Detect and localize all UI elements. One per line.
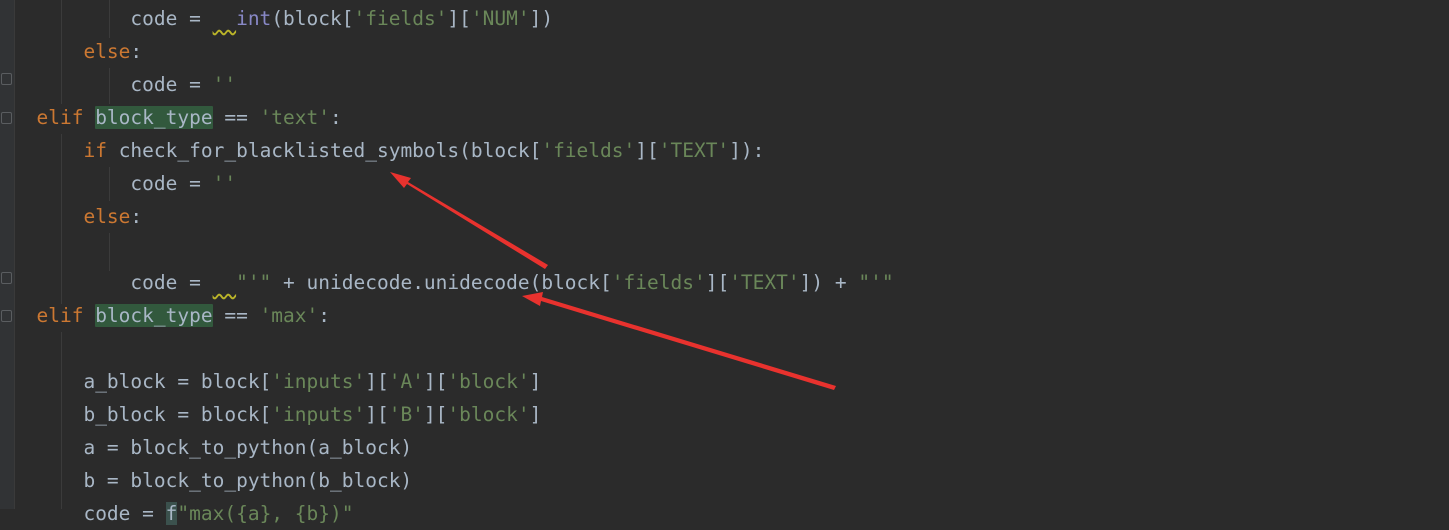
code-token: ][ xyxy=(635,139,659,162)
red-arrow-1 xyxy=(390,172,548,269)
code-token: ][ xyxy=(705,271,730,294)
code-line[interactable]: code = "'" + unidecode.unidecode(block['… xyxy=(13,266,894,299)
code-token: : xyxy=(318,304,331,327)
code-line[interactable]: b = block_to_python(b_block) xyxy=(13,464,412,497)
code-token: ]) xyxy=(529,7,554,30)
code-token: : xyxy=(330,106,342,129)
code-token: code = xyxy=(83,502,166,525)
code-token: '' xyxy=(212,172,237,195)
code-token: "'" xyxy=(236,271,272,294)
code-token: + unidecode.unidecode(block[ xyxy=(271,271,612,294)
code-line[interactable]: a_block = block['inputs']['A']['block'] xyxy=(13,365,541,398)
code-token: elif xyxy=(36,304,96,327)
code-token: a_block = block[ xyxy=(83,370,272,393)
code-token: "max({a}, {b})" xyxy=(177,502,354,525)
code-token: code = xyxy=(130,73,213,96)
code-token: check_for_blacklisted_symbols(block[ xyxy=(118,139,542,162)
code-token: ][ xyxy=(423,370,448,393)
code-token: ][ xyxy=(365,403,389,426)
code-token: ][ xyxy=(365,370,389,393)
code-token: ][ xyxy=(423,403,448,426)
code-token: 'A' xyxy=(388,370,424,393)
code-token: 'text' xyxy=(259,106,331,129)
code-line[interactable]: b_block = block['inputs']['B']['block'] xyxy=(13,398,541,431)
code-token: int xyxy=(236,7,272,30)
code-token: 'TEXT' xyxy=(729,271,800,294)
code-token: == xyxy=(212,106,260,129)
code-token: 'fields' xyxy=(353,7,448,30)
fold-marker-icon[interactable] xyxy=(1,272,12,284)
code-token: 'inputs' xyxy=(271,370,366,393)
code-token: code = xyxy=(130,271,213,294)
code-token: b_block = block[ xyxy=(83,403,272,426)
code-line[interactable]: code = '' xyxy=(13,68,236,101)
code-line[interactable]: code = f"max({a}, {b})" xyxy=(13,497,354,530)
code-token: block_type xyxy=(95,304,213,327)
code-token: 'TEXT' xyxy=(658,139,730,162)
code-line[interactable]: else: xyxy=(13,200,142,233)
code-line[interactable]: if check_for_blacklisted_symbols(block['… xyxy=(13,134,764,167)
code-line[interactable]: a = block_to_python(a_block) xyxy=(13,431,412,464)
code-token: elif xyxy=(36,106,96,129)
code-line[interactable]: code = '' xyxy=(13,167,236,200)
code-token: 'B' xyxy=(388,403,424,426)
code-token: '' xyxy=(212,73,237,96)
code-line[interactable]: else: xyxy=(13,35,142,68)
code-token: else xyxy=(83,40,131,63)
code-editor[interactable]: code = int(block['fields']['NUM']) else:… xyxy=(0,0,1449,525)
code-token: b = block_to_python(b_block) xyxy=(83,469,413,492)
fold-marker-icon[interactable] xyxy=(1,112,12,124)
code-token: (block[ xyxy=(271,7,354,30)
code-token: ][ xyxy=(447,7,471,30)
code-token: ] xyxy=(529,370,542,393)
code-token: f xyxy=(165,502,178,525)
code-token: 'inputs' xyxy=(271,403,366,426)
code-token: 'max' xyxy=(259,304,319,327)
code-token: a = block_to_python(a_block) xyxy=(83,436,413,459)
code-token: ]): xyxy=(729,139,765,162)
code-token: ]) + xyxy=(799,271,859,294)
code-token: 'block' xyxy=(447,370,530,393)
code-token: 'fields' xyxy=(611,271,706,294)
code-line[interactable]: elif block_type == 'text': xyxy=(13,101,342,134)
code-token: 'NUM' xyxy=(470,7,530,30)
red-arrow-2 xyxy=(522,292,836,390)
code-token: == xyxy=(212,304,260,327)
code-token: ] xyxy=(529,403,542,426)
fold-marker-icon[interactable] xyxy=(1,310,12,322)
code-token: code = xyxy=(130,7,213,30)
code-token: 'fields' xyxy=(541,139,636,162)
code-token: : xyxy=(130,205,143,228)
fold-marker-icon[interactable] xyxy=(1,73,12,85)
code-token: else xyxy=(83,205,131,228)
code-token: 'block' xyxy=(447,403,530,426)
code-line[interactable]: code = int(block['fields']['NUM']) xyxy=(13,2,553,35)
code-token: "'" xyxy=(858,271,894,294)
code-token: block_type xyxy=(95,106,213,129)
code-token: code = xyxy=(130,172,213,195)
code-line[interactable]: elif block_type == 'max': xyxy=(13,299,330,332)
code-token: : xyxy=(130,40,143,63)
code-token: if xyxy=(83,139,119,162)
